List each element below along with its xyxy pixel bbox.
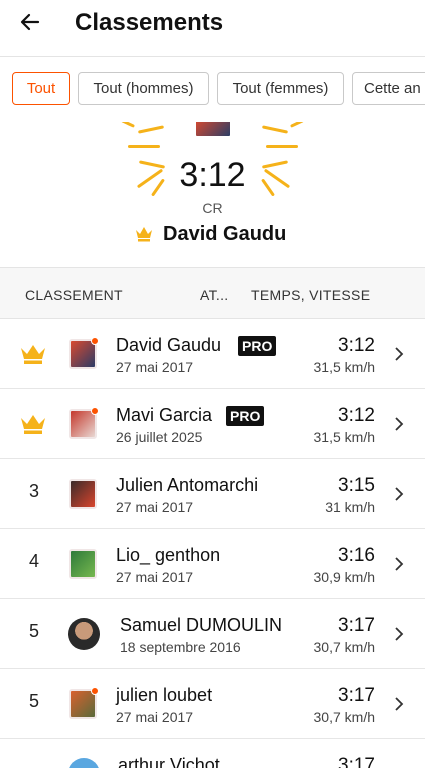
- rank-number: 4: [28, 551, 39, 571]
- crown-icon: [21, 415, 45, 434]
- effort-time: 3:15: [338, 475, 375, 496]
- crown-icon: [136, 227, 152, 242]
- filter-chips: Tout Tout (hommes) Tout (femmes) Cette a…: [0, 72, 425, 106]
- athlete-avatar: [69, 687, 99, 719]
- burst-ray: [121, 122, 135, 128]
- rank-number: 5: [28, 621, 39, 641]
- leaderboard-row[interactable]: 5 julien loubet 27 mai 2017 3:17 30,7 km…: [0, 669, 425, 739]
- filter-chip-all[interactable]: Tout: [12, 72, 70, 105]
- column-rank: CLASSEMENT: [25, 287, 123, 303]
- leaderboard-row[interactable]: 5 Samuel DUMOULIN 18 septembre 2016 3:17…: [0, 599, 425, 669]
- athlete-avatar: [69, 407, 99, 439]
- effort-date: 18 septembre 2016: [120, 639, 241, 655]
- burst-ray: [290, 122, 304, 128]
- column-attempts[interactable]: AT...: [200, 287, 228, 303]
- effort-date: 27 mai 2017: [116, 569, 194, 585]
- effort-date: 27 mai 2017: [116, 499, 194, 515]
- athlete-avatar: [69, 337, 99, 369]
- effort-time: 3:17: [338, 685, 375, 706]
- rank-number: 3: [28, 481, 39, 501]
- pro-badge: PRO: [226, 406, 265, 426]
- athlete-avatar: [69, 549, 97, 579]
- leaderboard-row[interactable]: Mavi Garcia PRO 26 juillet 2025 3:12 31,…: [0, 389, 425, 459]
- leader-hero: 3:12 CR David Gaudu: [0, 122, 425, 267]
- pro-badge: PRO: [238, 336, 277, 356]
- athlete-name: Lio_ genthon: [116, 545, 221, 565]
- app-header: Classements: [0, 0, 425, 56]
- athlete-name: julien loubet: [116, 685, 213, 705]
- chevron-right-icon: [395, 627, 404, 641]
- effort-time: 3:12: [338, 335, 375, 356]
- effort-time: 3:12: [338, 405, 375, 426]
- leader-badge-label: CR: [202, 200, 223, 216]
- effort-time: 3:17: [338, 615, 375, 636]
- filter-chip-this-year[interactable]: Cette an: [352, 72, 425, 105]
- chevron-right-icon: [395, 557, 404, 571]
- burst-ray: [261, 125, 289, 134]
- rank-number: 5: [28, 691, 39, 711]
- effort-date: 27 mai 2017: [116, 709, 194, 725]
- effort-speed: 31,5 km/h: [313, 359, 375, 375]
- chevron-right-icon: [395, 347, 404, 361]
- crown-icon: [21, 345, 45, 364]
- leaderboard-row[interactable]: 4 Lio_ genthon 27 mai 2017 3:16 30,9 km/…: [0, 529, 425, 599]
- effort-time: 3:16: [338, 545, 375, 566]
- athlete-name: David Gaudu: [116, 335, 222, 355]
- effort-speed: 30,9 km/h: [313, 569, 375, 585]
- effort-speed: 30,7 km/h: [313, 709, 375, 725]
- back-arrow-icon[interactable]: [18, 10, 42, 34]
- chevron-right-icon: [395, 417, 404, 431]
- burst-ray: [266, 145, 298, 148]
- burst-ray: [128, 145, 160, 148]
- effort-speed: 30,7 km/h: [313, 639, 375, 655]
- page-title: Classements: [75, 9, 224, 36]
- leaderboard-row[interactable]: 3 Julien Antomarchi 27 mai 2017 3:15 31 …: [0, 459, 425, 529]
- athlete-name: Mavi Garcia: [116, 405, 213, 425]
- athlete-name: arthur Vichot: [118, 755, 220, 768]
- column-time-speed: TEMPS, VITESSE: [251, 287, 371, 303]
- filter-chip-men[interactable]: Tout (hommes): [78, 72, 209, 105]
- effort-speed: 31,5 km/h: [313, 429, 375, 445]
- chevron-right-icon: [395, 487, 404, 501]
- athlete-name: Julien Antomarchi: [116, 475, 259, 495]
- athlete-avatar: [68, 758, 100, 768]
- leader-avatar: [194, 122, 232, 138]
- chevron-right-icon: [395, 697, 404, 711]
- effort-speed: 31 km/h: [325, 499, 375, 515]
- athlete-avatar: [69, 479, 97, 509]
- leaderboard-row[interactable]: David Gaudu PRO 27 mai 2017 3:12 31,5 km…: [0, 319, 425, 389]
- athlete-avatar: [68, 618, 100, 650]
- leader-name[interactable]: David Gaudu: [163, 223, 286, 246]
- burst-ray: [137, 125, 165, 134]
- effort-time: 3:17: [338, 755, 375, 768]
- athlete-name: Samuel DUMOULIN: [120, 615, 283, 635]
- effort-date: 26 juillet 2025: [116, 429, 203, 445]
- leader-time: 3:12: [179, 156, 246, 194]
- leaderboard-header: CLASSEMENT AT... TEMPS, VITESSE: [0, 267, 425, 319]
- effort-date: 27 mai 2017: [116, 359, 194, 375]
- leaderboard-row[interactable]: arthur Vichot 3:17: [0, 739, 425, 768]
- header-divider: [0, 56, 425, 57]
- filter-chip-women[interactable]: Tout (femmes): [217, 72, 344, 105]
